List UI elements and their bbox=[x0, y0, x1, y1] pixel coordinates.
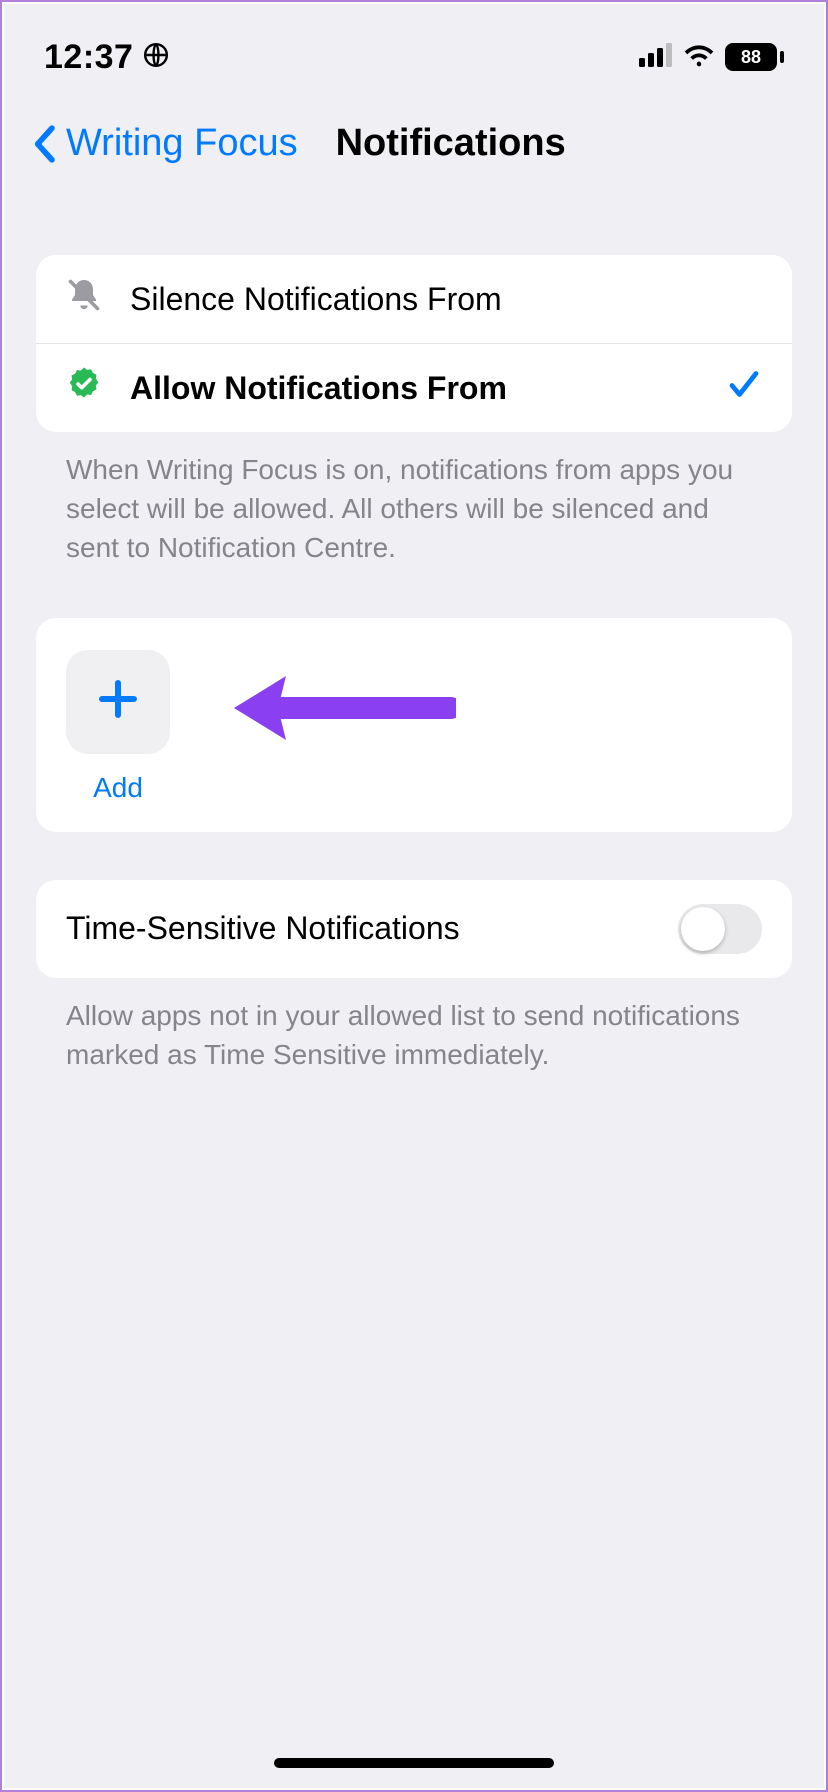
home-indicator[interactable] bbox=[274, 1758, 554, 1768]
bell-slash-icon bbox=[66, 277, 102, 321]
time-sensitive-toggle[interactable] bbox=[678, 904, 762, 954]
back-label: Writing Focus bbox=[66, 122, 298, 165]
annotation-arrow-icon bbox=[226, 668, 456, 753]
time-sensitive-row: Time-Sensitive Notifications bbox=[36, 880, 792, 978]
status-bar: 12:37 bbox=[4, 4, 824, 92]
back-button[interactable]: Writing Focus bbox=[32, 122, 298, 165]
time-sensitive-footer-text: Allow apps not in your allowed list to s… bbox=[4, 978, 824, 1074]
notification-mode-group: Silence Notifications From Allow Notific… bbox=[36, 255, 792, 432]
time-sensitive-label: Time-Sensitive Notifications bbox=[66, 910, 460, 947]
plus-icon bbox=[94, 675, 142, 728]
globe-icon bbox=[143, 38, 169, 77]
add-app-label: Add bbox=[66, 772, 170, 804]
silence-from-label: Silence Notifications From bbox=[130, 281, 762, 318]
chevron-left-icon bbox=[32, 125, 56, 163]
time-sensitive-group: Time-Sensitive Notifications bbox=[36, 880, 792, 978]
allow-from-label: Allow Notifications From bbox=[130, 370, 698, 407]
page-title: Notifications bbox=[336, 122, 566, 165]
silence-from-row[interactable]: Silence Notifications From bbox=[36, 255, 792, 344]
allow-from-row[interactable]: Allow Notifications From bbox=[36, 344, 792, 432]
cellular-icon bbox=[639, 43, 673, 72]
status-time: 12:37 bbox=[44, 38, 133, 77]
mode-footer-text: When Writing Focus is on, notifications … bbox=[4, 432, 824, 568]
allowed-apps-group: Add bbox=[36, 618, 792, 832]
status-right: 88 bbox=[639, 43, 784, 72]
checkmark-seal-icon bbox=[66, 366, 102, 410]
checkmark-icon bbox=[726, 366, 762, 410]
wifi-icon bbox=[683, 43, 715, 72]
nav-header: Writing Focus Notifications bbox=[4, 92, 824, 185]
battery-icon: 88 bbox=[725, 43, 784, 71]
add-app-button[interactable] bbox=[66, 650, 170, 754]
status-left: 12:37 bbox=[44, 38, 169, 77]
battery-percent: 88 bbox=[725, 43, 777, 71]
